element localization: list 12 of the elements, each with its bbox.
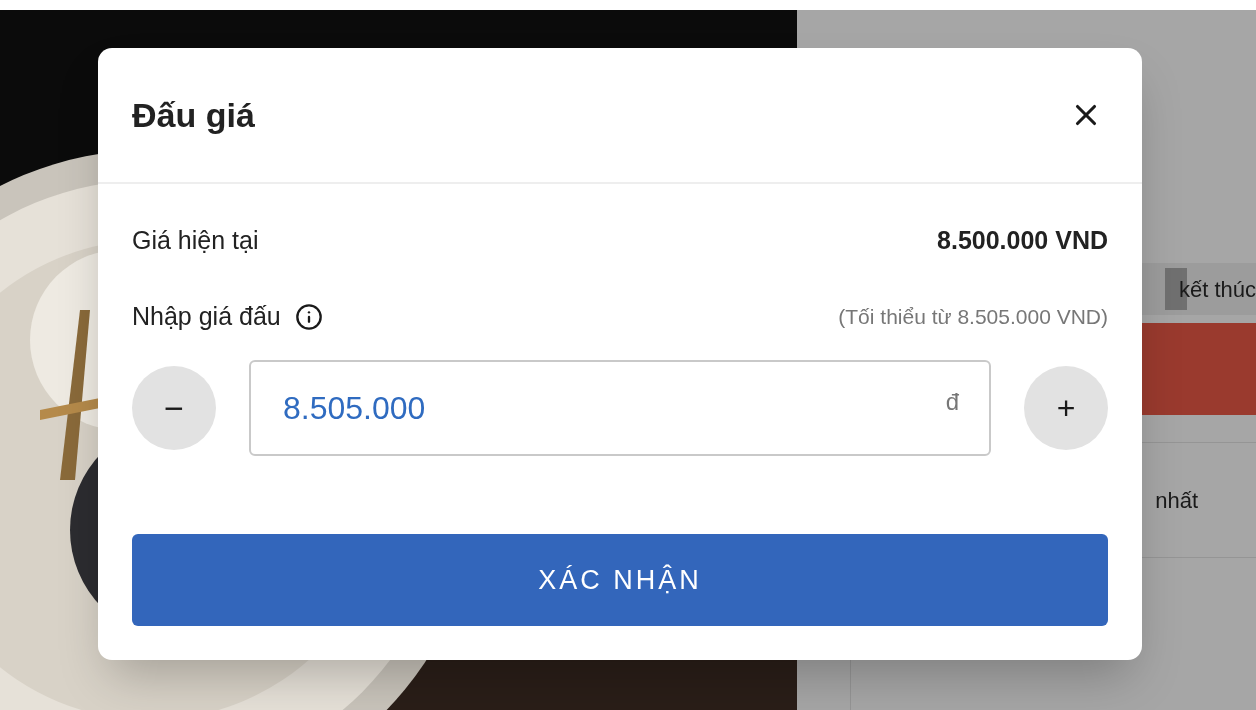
rank-text: nhất [1155,486,1198,515]
dialog-title: Đấu giá [132,94,255,136]
current-price-label: Giá hiện tại [132,225,259,257]
increment-button[interactable]: + [1024,366,1108,450]
decrement-button[interactable]: − [132,366,216,450]
info-icon[interactable] [294,303,323,331]
bid-label: Nhập giá đấu [132,301,281,333]
currency-suffix: đ [945,387,959,417]
confirm-button[interactable]: XÁC NHẬN [132,534,1108,626]
minimum-hint: (Tối thiểu từ 8.505.000 VND) [838,304,1108,331]
status-text: kết thúc [1178,275,1256,304]
current-price-value: 8.500.000 VND [937,225,1108,257]
